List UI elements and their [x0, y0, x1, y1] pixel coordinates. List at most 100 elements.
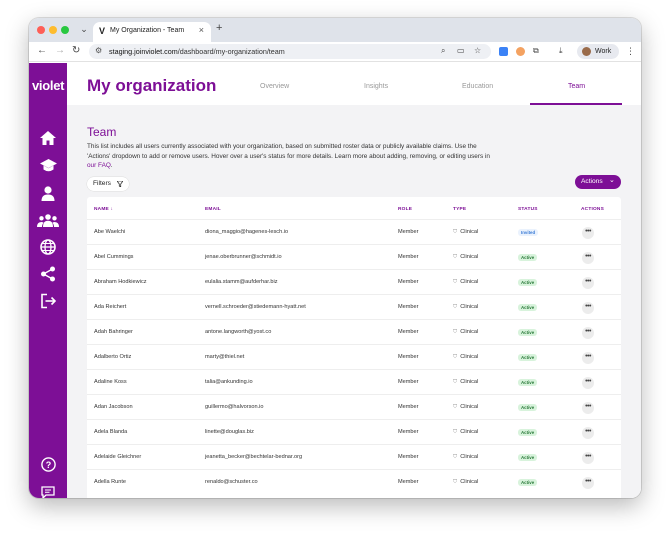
status-badge[interactable]: Active [518, 404, 538, 411]
filters-button[interactable]: Filters [87, 177, 129, 191]
more-icon: ••• [585, 478, 591, 485]
share-icon[interactable] [39, 265, 57, 283]
shield-icon: ⛉ [453, 404, 458, 410]
column-header-name[interactable]: NAME ↓ [94, 207, 113, 212]
tab-title: My Organization - Team [110, 27, 185, 34]
actions-dropdown[interactable]: Actions ⌄ [575, 175, 621, 189]
user-type: ⛉ Clinical [453, 479, 478, 486]
profile-button[interactable]: Work [577, 44, 619, 59]
row-actions-button[interactable]: ••• [582, 277, 594, 289]
user-role: Member [398, 329, 419, 335]
url-text: staging.joinviolet.com/dashboard/my-orga… [109, 47, 285, 56]
row-actions-button[interactable]: ••• [582, 352, 594, 364]
download-icon[interactable]: ⤓ [559, 46, 563, 56]
tab-insights[interactable]: Insights [364, 83, 388, 90]
browser-menu-icon[interactable]: ⋮ [626, 46, 635, 57]
column-name-label: NAME [94, 207, 109, 212]
home-icon[interactable] [39, 129, 57, 147]
tab-education[interactable]: Education [462, 83, 493, 90]
avatar [582, 47, 591, 56]
faq-link[interactable]: our FAQ [87, 162, 111, 169]
status-badge[interactable]: Active [518, 329, 538, 336]
bookmark-star-icon[interactable]: ☆ [474, 46, 481, 55]
status-badge[interactable]: Invited [518, 229, 539, 236]
new-tab-icon[interactable]: + [216, 22, 222, 34]
shield-icon: ⛉ [453, 479, 458, 485]
address-bar[interactable]: ⚙ staging.joinviolet.com/dashboard/my-or… [89, 44, 491, 59]
row-actions-button[interactable]: ••• [582, 477, 594, 489]
close-window-button[interactable] [37, 26, 45, 34]
team-icon[interactable] [36, 211, 60, 229]
tab-search-icon[interactable]: ⌄ [78, 23, 90, 35]
svg-text:?: ? [45, 459, 51, 469]
more-icon: ••• [585, 453, 591, 460]
back-icon[interactable]: ← [37, 45, 47, 56]
status-badge[interactable]: Active [518, 304, 538, 311]
user-role: Member [398, 279, 419, 285]
forward-icon[interactable]: → [55, 45, 65, 56]
user-type: ⛉ Clinical [453, 404, 478, 411]
user-name: Adah Bahringer [94, 329, 133, 335]
extension-icon[interactable] [516, 47, 525, 56]
status-badge[interactable]: Active [518, 254, 538, 261]
row-actions-button[interactable]: ••• [582, 452, 594, 464]
table-row: Abraham Hodkiewicz eulalia.stamm@aufderha… [87, 269, 621, 294]
status-badge[interactable]: Active [518, 429, 538, 436]
table-row: Adelaide Gleichner jeanetta_becker@bechte… [87, 444, 621, 469]
logout-icon[interactable] [39, 292, 57, 310]
tab-team[interactable]: Team [568, 83, 585, 90]
status-badge[interactable]: Active [518, 354, 538, 361]
row-actions-button[interactable]: ••• [582, 427, 594, 439]
user-email: diona_maggio@hagenes-lesch.io [205, 229, 289, 235]
row-actions-button[interactable]: ••• [582, 402, 594, 414]
status-badge[interactable]: Active [518, 379, 538, 386]
site-settings-icon[interactable]: ⚙ [95, 46, 102, 55]
user-type: ⛉ Clinical [453, 254, 478, 261]
violet-favicon-icon: V [99, 26, 106, 36]
filters-label: Filters [93, 180, 111, 187]
row-actions-button[interactable]: ••• [582, 252, 594, 264]
sort-arrow-down-icon: ↓ [110, 207, 114, 212]
graduation-cap-icon[interactable] [39, 157, 57, 175]
table-row: Adella Runte renaldo@schuster.co Member ⛉ Cl… [87, 469, 621, 494]
row-actions-button[interactable]: ••• [582, 327, 594, 339]
user-role: Member [398, 479, 419, 485]
browser-tab[interactable]: V My Organization - Team × [93, 22, 211, 42]
user-type-label: Clinical [460, 454, 479, 460]
cast-icon[interactable]: ▭ [457, 46, 465, 55]
user-role: Member [398, 354, 419, 360]
close-tab-icon[interactable]: × [199, 25, 204, 35]
user-role: Member [398, 379, 419, 385]
status-badge[interactable]: Active [518, 279, 538, 286]
user-role: Member [398, 229, 419, 235]
more-icon: ••• [585, 378, 591, 385]
column-header-role: ROLE [398, 207, 413, 212]
extensions-puzzle-icon[interactable]: ⧉ [533, 46, 539, 56]
user-email: talia@ankunding.io [205, 379, 253, 385]
tab-overview[interactable]: Overview [260, 83, 289, 90]
globe-icon[interactable] [39, 238, 57, 256]
user-type-label: Clinical [460, 329, 479, 335]
user-role: Member [398, 454, 419, 460]
feedback-icon[interactable] [39, 483, 57, 498]
user-type-label: Clinical [460, 304, 479, 310]
profile-label: Work [595, 48, 612, 55]
help-icon[interactable]: ? [39, 455, 57, 473]
minimize-window-button[interactable] [49, 26, 57, 34]
url-path: /dashboard/my-organization/team [177, 47, 285, 56]
team-content: Team This list includes all users curren… [67, 105, 641, 498]
reload-icon[interactable]: ↻ [72, 45, 80, 56]
zoom-icon[interactable]: ⌕ [441, 46, 445, 56]
status-badge[interactable]: Active [518, 454, 538, 461]
row-actions-button[interactable]: ••• [582, 377, 594, 389]
user-type-label: Clinical [460, 354, 479, 360]
user-type: ⛉ Clinical [453, 279, 478, 286]
maximize-window-button[interactable] [61, 26, 69, 34]
user-type: ⛉ Clinical [453, 354, 478, 361]
row-actions-button[interactable]: ••• [582, 227, 594, 239]
extension-icon[interactable] [499, 47, 508, 56]
status-badge[interactable]: Active [518, 479, 538, 486]
row-actions-button[interactable]: ••• [582, 302, 594, 314]
user-role: Member [398, 254, 419, 260]
user-icon[interactable] [39, 184, 57, 202]
